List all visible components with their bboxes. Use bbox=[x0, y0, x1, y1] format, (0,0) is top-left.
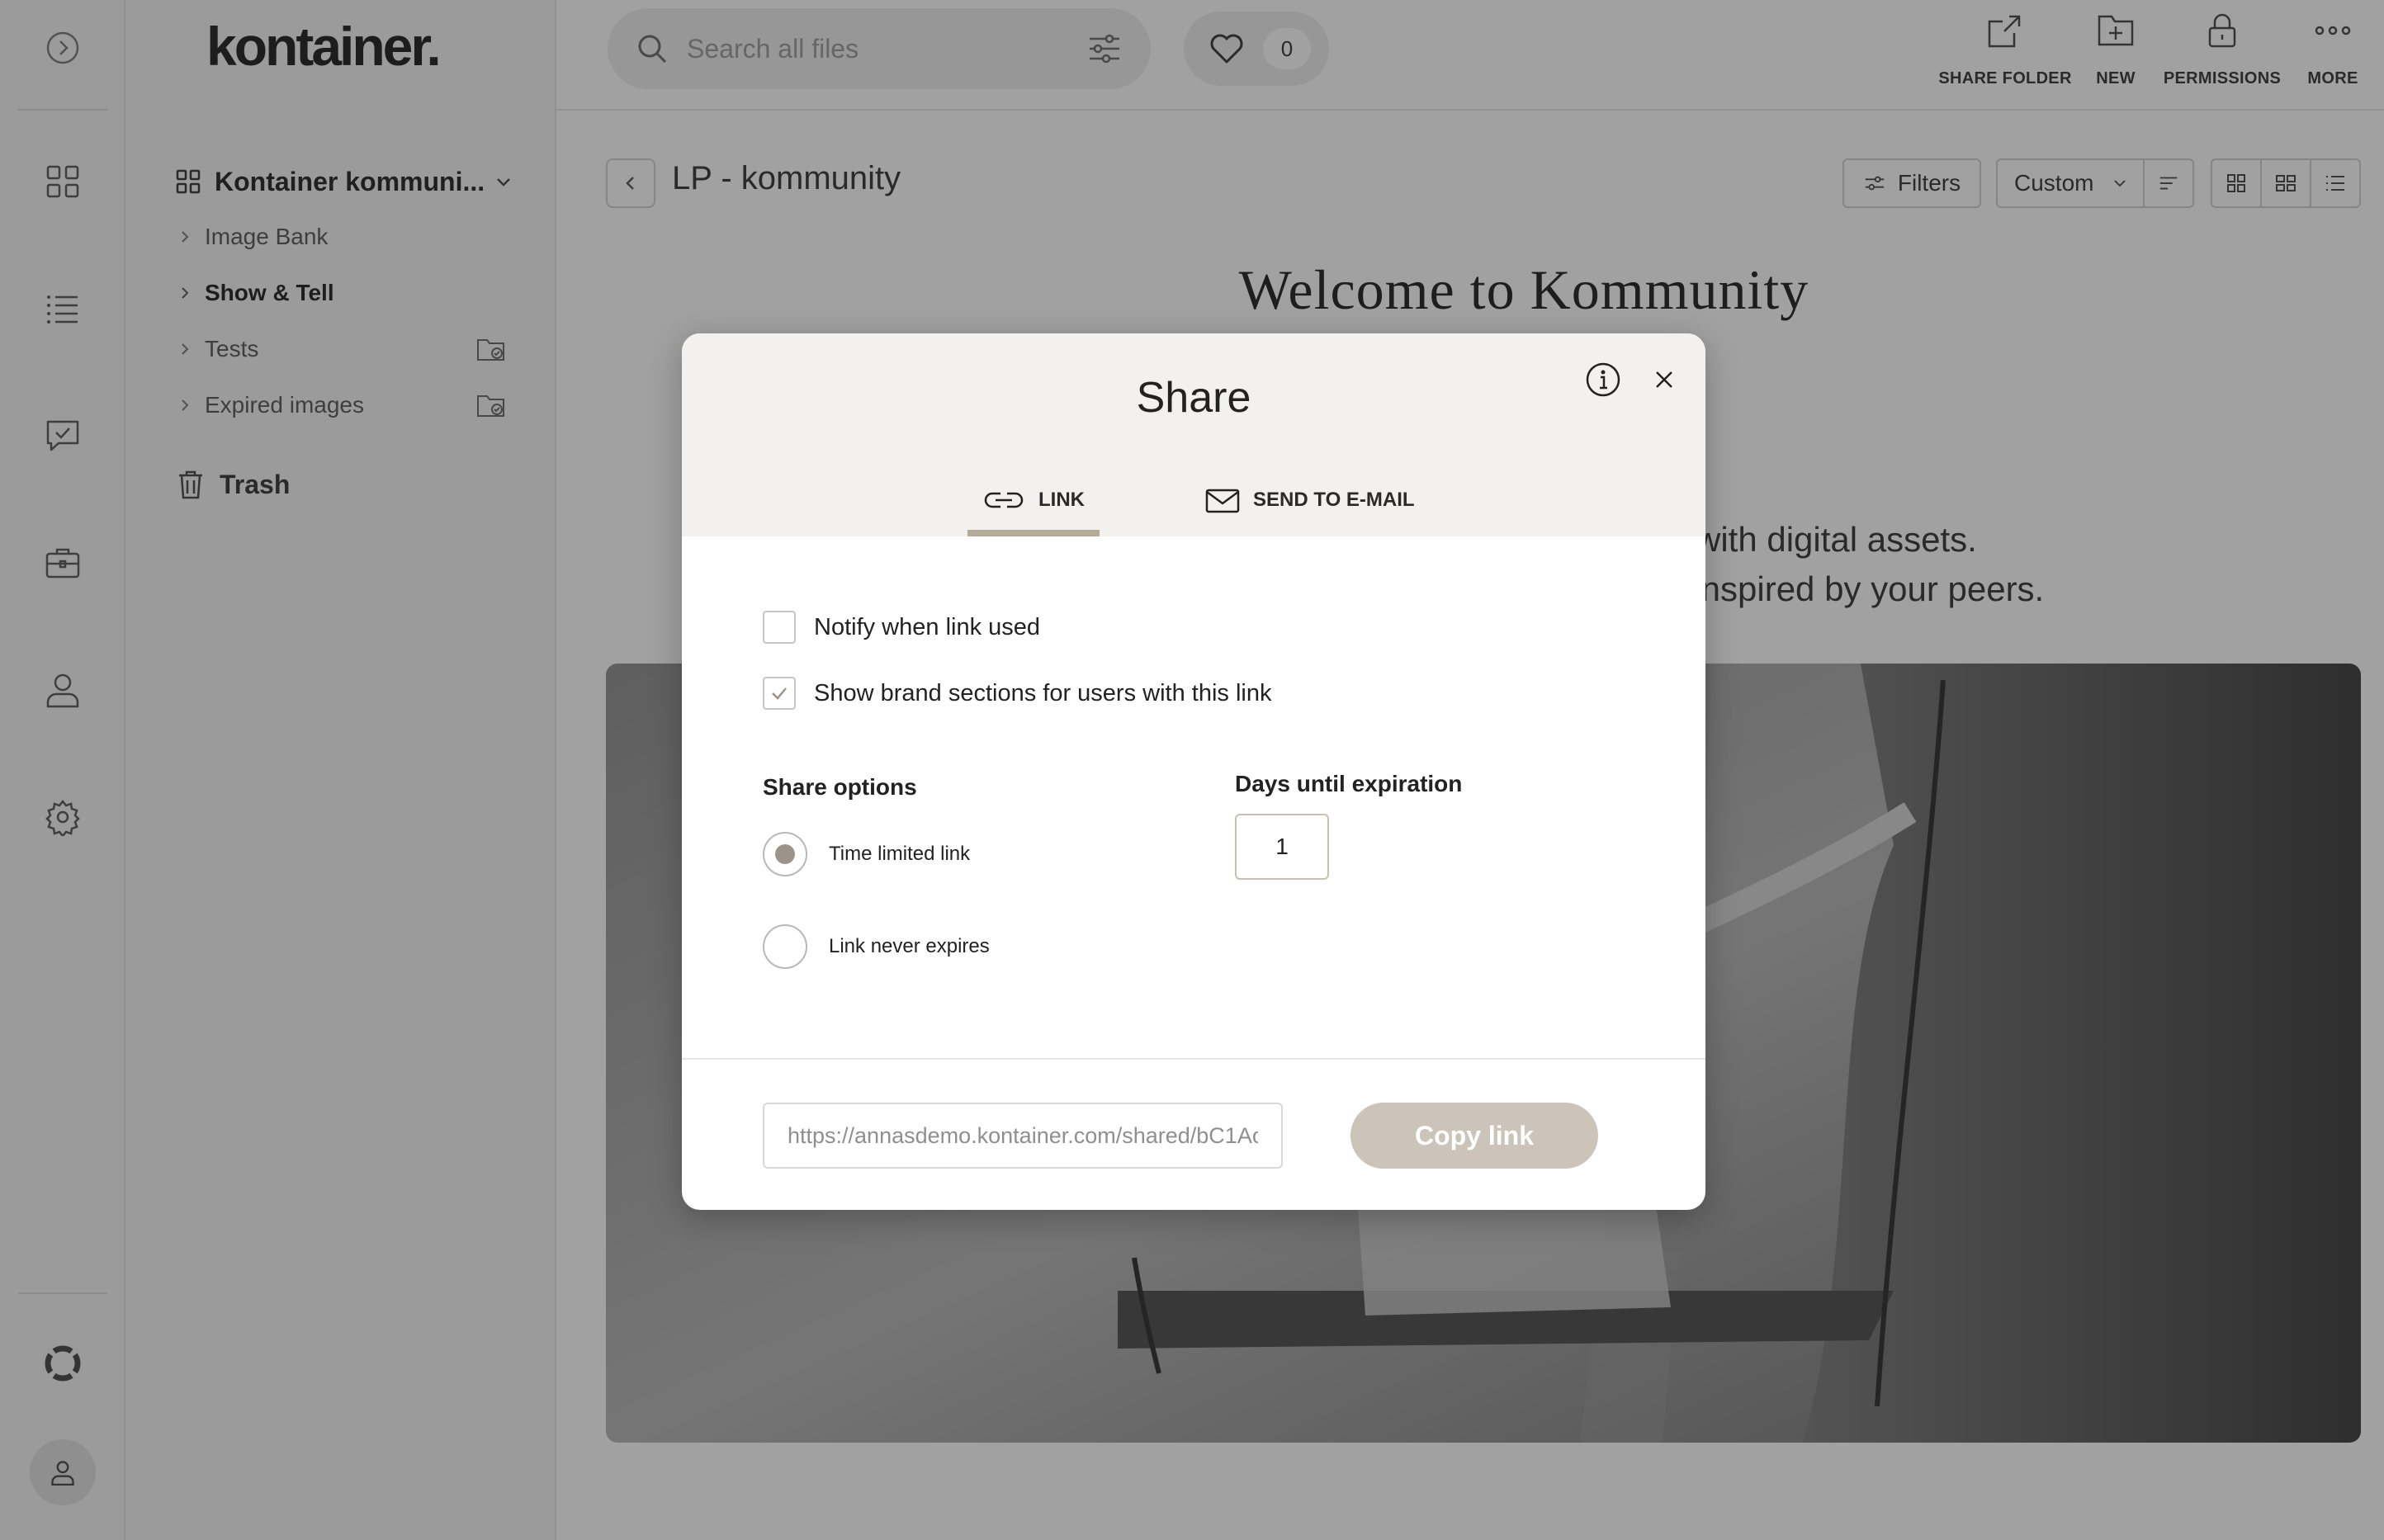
tab-link[interactable]: LINK bbox=[967, 472, 1100, 536]
close-icon[interactable] bbox=[1649, 365, 1679, 394]
radio-selected-dot bbox=[775, 844, 795, 864]
never-expires-label: Link never expires bbox=[829, 935, 990, 957]
checkmark-icon bbox=[772, 687, 787, 700]
copy-link-button[interactable]: Copy link bbox=[1350, 1103, 1598, 1169]
share-link-field[interactable] bbox=[763, 1103, 1283, 1169]
share-options-heading: Share options bbox=[763, 774, 917, 800]
notify-option[interactable]: Notify when link used bbox=[763, 611, 1040, 644]
notify-checkbox[interactable] bbox=[763, 611, 796, 644]
share-dialog-footer: Copy link bbox=[682, 1058, 1705, 1210]
never-expires-radio[interactable] bbox=[763, 924, 807, 969]
link-icon bbox=[984, 492, 1024, 508]
tab-email-label: SEND TO E-MAIL bbox=[1253, 489, 1415, 511]
time-limited-label: Time limited link bbox=[829, 843, 971, 865]
info-icon[interactable] bbox=[1585, 361, 1621, 398]
notify-label: Notify when link used bbox=[814, 613, 1041, 640]
dialog-title: Share bbox=[1136, 374, 1251, 422]
days-until-expiration-heading: Days until expiration bbox=[1235, 771, 1463, 796]
share-dialog: Share LINK SEND TO E-MAIL Notify when li… bbox=[682, 333, 1705, 1210]
time-limited-radio[interactable] bbox=[763, 832, 807, 876]
tab-link-label: LINK bbox=[1038, 489, 1085, 511]
brand-sections-label: Show brand sections for users with this … bbox=[814, 679, 1272, 706]
time-limited-option[interactable]: Time limited link bbox=[763, 832, 970, 876]
tab-send-to-email[interactable]: SEND TO E-MAIL bbox=[1205, 472, 1415, 536]
brand-sections-checkbox[interactable] bbox=[763, 677, 796, 710]
envelope-icon bbox=[1205, 489, 1240, 513]
never-expires-option[interactable]: Link never expires bbox=[763, 924, 990, 969]
brand-sections-option[interactable]: Show brand sections for users with this … bbox=[763, 677, 1271, 710]
days-until-expiration-input[interactable] bbox=[1235, 814, 1329, 880]
share-dialog-header: Share LINK SEND TO E-MAIL bbox=[682, 333, 1705, 536]
